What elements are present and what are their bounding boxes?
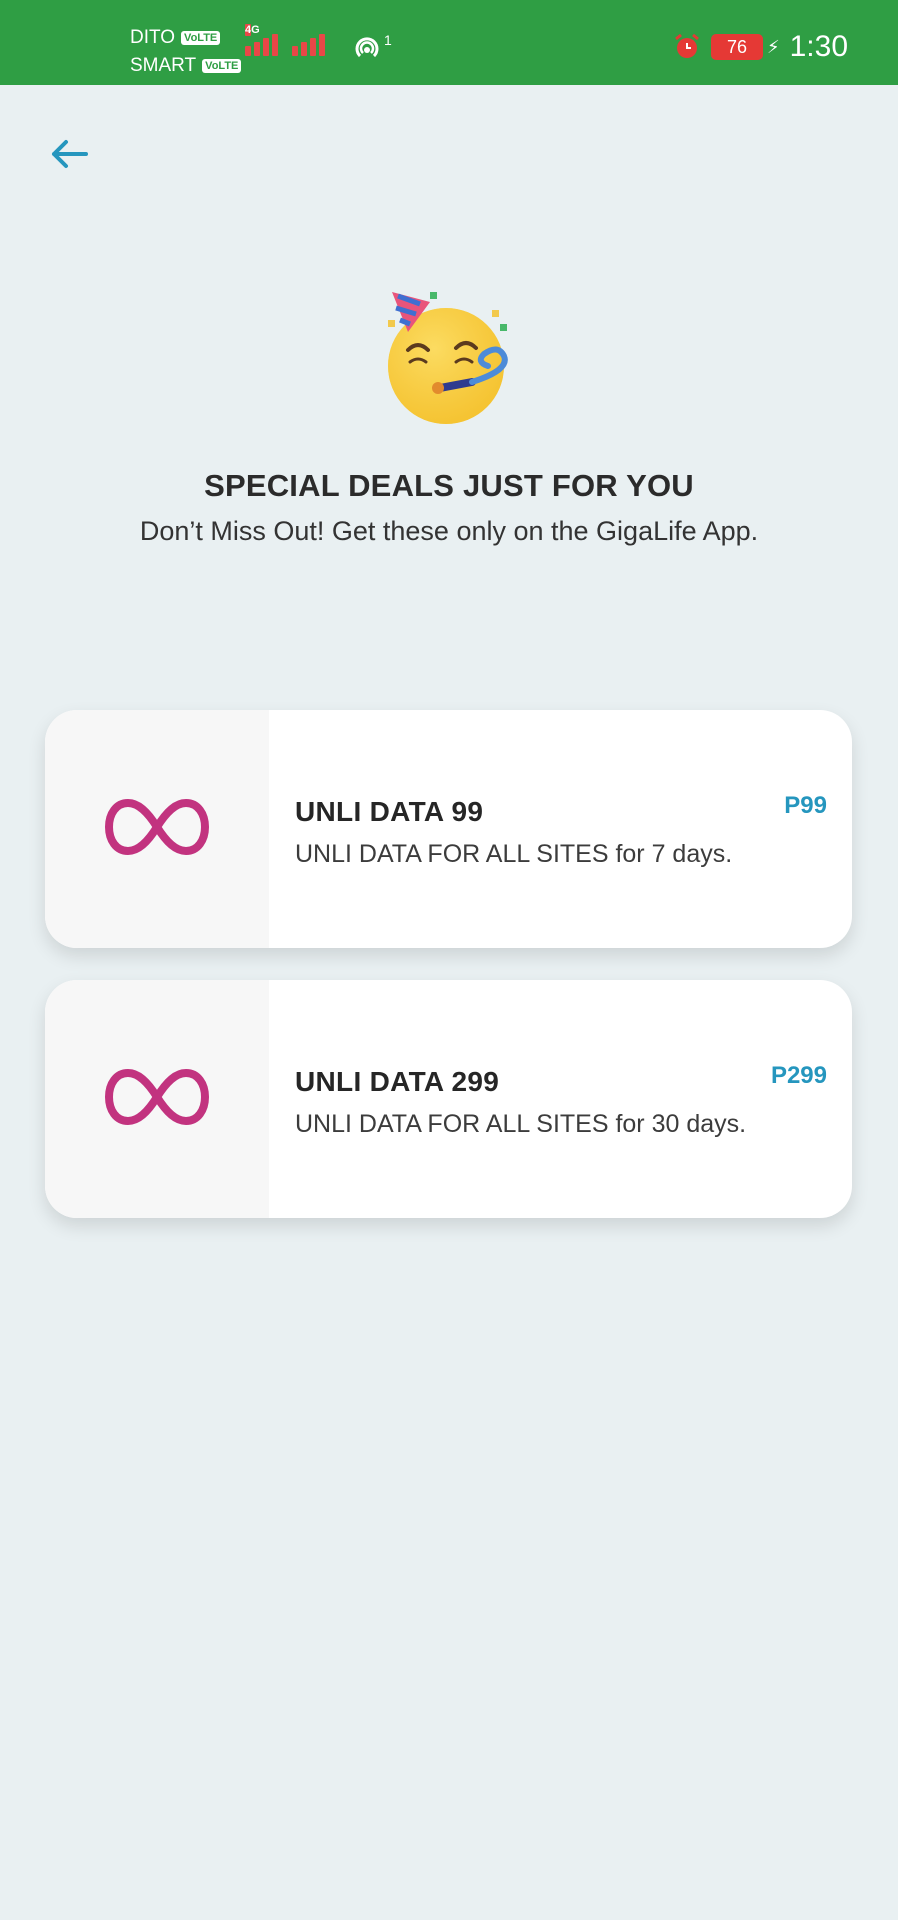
alarm-icon xyxy=(675,34,699,58)
status-bar: DITO VoLTE SMART VoLTE 4G 1 76 ⚡ 1:30 xyxy=(0,0,898,85)
deal-price: P299 xyxy=(770,1062,827,1089)
carrier-info: DITO VoLTE SMART VoLTE xyxy=(130,24,242,80)
battery-level: 76 xyxy=(726,37,747,57)
deal-title: UNLI DATA 299 xyxy=(295,1066,500,1097)
deal-title: UNLI DATA 99 xyxy=(295,796,484,827)
back-button[interactable] xyxy=(46,134,94,174)
volte-badge: VoLTE xyxy=(181,31,221,45)
volte-badge: VoLTE xyxy=(202,59,242,73)
battery-icon: 76 xyxy=(710,34,763,60)
party-face-icon xyxy=(388,292,508,424)
page-subtitle: Don’t Miss Out! Get these only on the Gi… xyxy=(139,516,759,546)
carrier-2-label: SMART xyxy=(130,55,197,76)
clock: 1:30 xyxy=(789,30,848,63)
deal-price: P99 xyxy=(784,792,827,819)
charging-icon: ⚡ xyxy=(766,36,780,57)
deal-icon-area xyxy=(45,980,269,1218)
deal-description: UNLI DATA FOR ALL SITES for 30 days. xyxy=(295,1110,747,1138)
hotspot-count: 1 xyxy=(384,32,392,48)
infinity-icon xyxy=(104,1068,210,1126)
status-right: 76 ⚡ 1:30 xyxy=(673,30,848,64)
signal-icon xyxy=(292,34,325,56)
deal-card[interactable]: UNLI DATA 299 UNLI DATA FOR ALL SITES fo… xyxy=(45,980,852,1218)
signal-icon: 4G xyxy=(245,24,278,56)
deal-description: UNLI DATA FOR ALL SITES for 7 days. xyxy=(295,840,733,868)
infinity-icon xyxy=(104,798,210,856)
arrow-left-icon xyxy=(52,140,88,168)
deal-card[interactable]: UNLI DATA 99 UNLI DATA FOR ALL SITES for… xyxy=(45,710,852,948)
deal-icon-area xyxy=(45,710,269,948)
network-type-label: 4G xyxy=(245,24,260,36)
hotspot-icon xyxy=(355,37,379,58)
page-title: SPECIAL DEALS JUST FOR YOU xyxy=(204,468,694,503)
carrier-1-label: DITO xyxy=(130,27,176,48)
signal-indicators: 4G xyxy=(245,24,325,56)
